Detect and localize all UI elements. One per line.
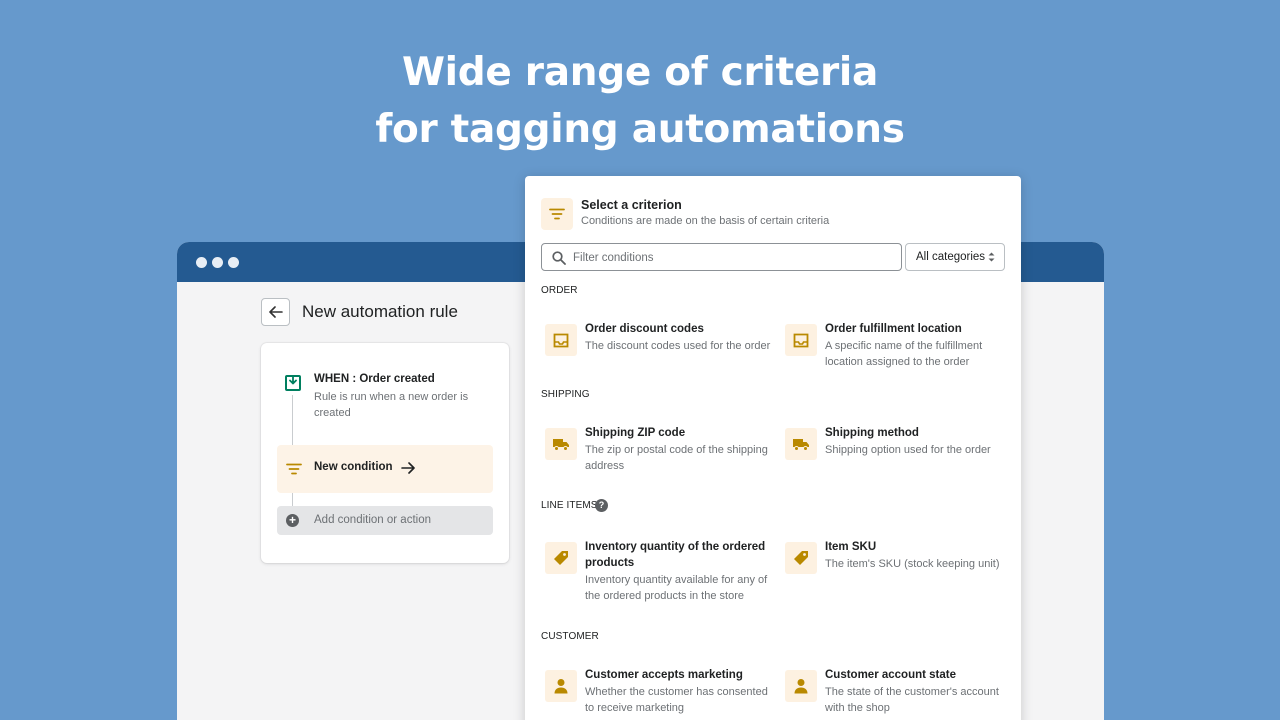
tag-icon [785,542,817,574]
filter-conditions-input[interactable] [573,249,893,266]
section-label-order: ORDER [541,285,578,296]
arrow-right-icon [401,458,415,479]
headline-line-2: for tagging automations [375,107,905,152]
criterion-description: The item's SKU (stock keeping unit) [825,558,1000,570]
window-dot-icon [196,257,207,268]
criterion-title: Inventory quantity of the ordered produc… [585,541,766,569]
criterion-title: Order discount codes [585,323,704,335]
window-dot-icon [212,257,223,268]
filter-conditions-field[interactable] [541,243,902,271]
criterion-description: The discount codes used for the order [585,340,771,352]
criterion-description: The state of the customer's account with… [825,686,999,714]
criterion-description: Whether the customer has consented to re… [585,686,768,714]
section-label-customer: CUSTOMER [541,631,599,642]
panel-subtitle: Conditions are made on the basis of cert… [581,215,830,227]
criterion-description: The zip or postal code of the shipping a… [585,444,768,472]
new-condition-button[interactable]: New condition [277,445,493,493]
search-icon [552,251,566,265]
flow-connector [292,493,293,506]
tag-icon [545,542,577,574]
add-condition-label: Add condition or action [314,514,431,526]
add-condition-button[interactable]: + Add condition or action [277,506,493,535]
help-icon[interactable]: ? [595,499,608,512]
inbox-icon [545,324,577,356]
inbox-icon [785,324,817,356]
trigger-title: WHEN : Order created [314,373,435,385]
section-label-line-items: LINE ITEMS [541,500,598,511]
page-title: New automation rule [302,302,458,321]
criterion-description: A specific name of the fulfillment locat… [825,340,983,368]
truck-icon [785,428,817,460]
arrow-left-icon [268,306,283,318]
headline: Wide range of criteria for tagging autom… [0,44,1280,158]
criterion-title: Order fulfillment location [825,323,962,335]
filter-icon [286,463,302,475]
window-dot-icon [228,257,239,268]
rule-card: WHEN : Order created Rule is run when a … [261,343,509,563]
criterion-description: Shipping option used for the order [825,444,991,456]
plus-circle-icon: + [286,514,299,527]
download-box-icon [285,375,301,391]
category-select[interactable]: All categories [905,243,1005,271]
criterion-panel: Select a criterion Conditions are made o… [525,176,1021,720]
section-label-shipping: SHIPPING [541,389,590,400]
criterion-title: Shipping method [825,427,919,439]
trigger-description: Rule is run when a new order is created [314,391,469,419]
person-icon [785,670,817,702]
criterion-description: Inventory quantity available for any of … [585,574,768,602]
headline-line-1: Wide range of criteria [401,50,879,95]
criterion-title: Customer accepts marketing [585,669,743,681]
panel-title: Select a criterion [581,198,682,212]
criterion-title: Customer account state [825,669,957,681]
flow-connector [292,395,293,445]
criterion-title: Item SKU [825,541,877,553]
person-icon [545,670,577,702]
back-button[interactable] [261,298,290,326]
filter-icon [541,198,573,230]
category-select-value: All categories [916,251,986,263]
select-caret-icon [988,251,995,263]
new-condition-label: New condition [314,461,393,473]
criterion-title: Shipping ZIP code [585,427,686,439]
truck-icon [545,428,577,460]
